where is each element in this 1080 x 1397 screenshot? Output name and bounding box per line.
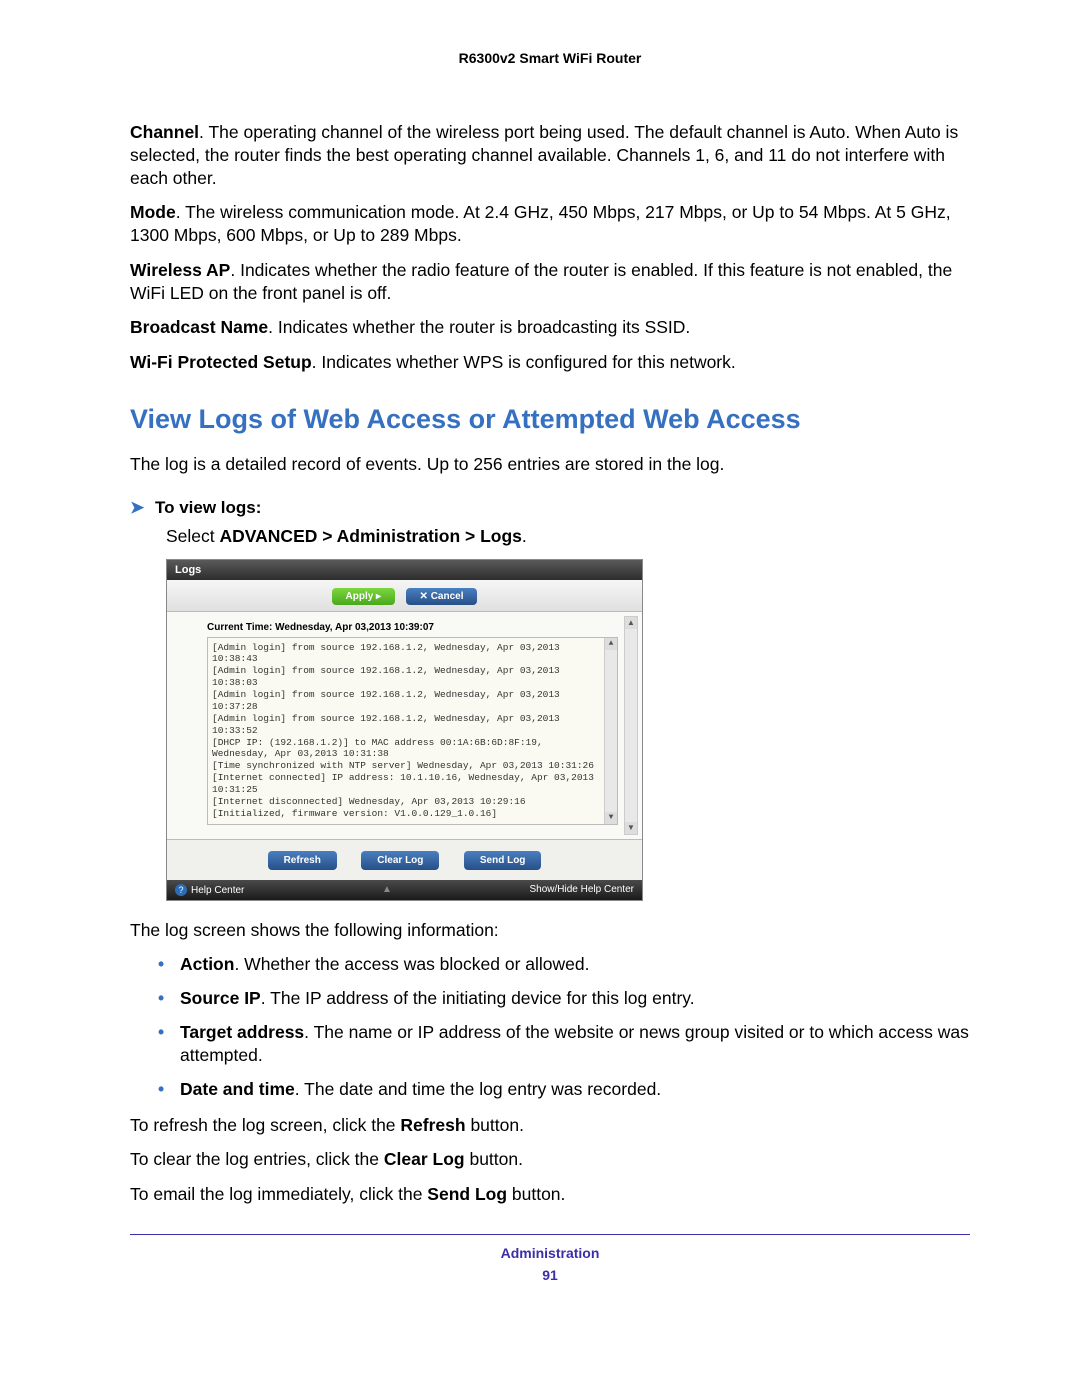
log-textarea[interactable]: ▲ ▼ [Admin login] from source 192.168.1.… [207, 637, 618, 825]
help-footer: ? Help Center ▲ Show/Hide Help Center [167, 880, 642, 900]
scroll-down-icon[interactable]: ▼ [625, 822, 637, 834]
send-instruction: To email the log immediately, click the … [130, 1183, 970, 1206]
text-mode: . The wireless communication mode. At 2.… [130, 202, 951, 245]
label-mode: Mode [130, 202, 176, 222]
text-wap: . Indicates whether the radio feature of… [130, 260, 952, 303]
para-wireless-ap: Wireless AP. Indicates whether the radio… [130, 259, 970, 305]
log-line: [Admin login] from source 192.168.1.2, W… [212, 713, 603, 737]
chevron-right-icon: ➤ [130, 498, 144, 517]
button-name: Send Log [427, 1184, 507, 1204]
chevron-up-icon[interactable]: ▲ [382, 884, 392, 895]
logs-screenshot: Logs Apply ▸ ✕ Cancel ▲ ▼ Current Time: … [166, 559, 643, 901]
log-line: [Initialized, firmware version: V1.0.0.1… [212, 808, 603, 820]
bullet-label: Action [180, 954, 234, 974]
refresh-button[interactable]: Refresh [268, 851, 337, 870]
info-bullet-list: Action. Whether the access was blocked o… [158, 953, 970, 1101]
clear-log-button[interactable]: Clear Log [361, 851, 439, 870]
procedure-title: To view logs: [155, 498, 261, 517]
section-heading: View Logs of Web Access or Attempted Web… [130, 404, 970, 435]
doc-header: R6300v2 Smart WiFi Router [130, 50, 970, 66]
text-wps: . Indicates whether WPS is configured fo… [312, 352, 736, 372]
text: To email the log immediately, click the [130, 1184, 427, 1204]
para-channel: Channel. The operating channel of the wi… [130, 121, 970, 189]
window-title: Logs [167, 560, 642, 580]
list-item: Target address. The name or IP address o… [158, 1021, 970, 1068]
bottom-button-row: Refresh Clear Log Send Log [167, 840, 642, 880]
cancel-button[interactable]: ✕ Cancel [406, 588, 478, 605]
footer-section-label: Administration [130, 1245, 970, 1261]
log-line: [DHCP IP: (192.168.1.2)] to MAC address … [212, 737, 603, 761]
list-item: Source IP. The IP address of the initiat… [158, 987, 970, 1011]
step-prefix: Select [166, 526, 220, 546]
button-name: Refresh [400, 1115, 465, 1135]
text: button. [465, 1149, 523, 1169]
outer-scrollbar[interactable]: ▲ ▼ [624, 616, 638, 835]
current-time: Current Time: Wednesday, Apr 03,2013 10:… [207, 622, 618, 633]
help-center-label: Help Center [191, 885, 244, 896]
procedure-step: Select ADVANCED > Administration > Logs. [166, 526, 970, 547]
step-suffix: . [522, 526, 527, 546]
bullet-label: Target address [180, 1022, 304, 1042]
footer-page-number: 91 [130, 1267, 970, 1283]
showhide-help-link[interactable]: Show/Hide Help Center [529, 884, 634, 895]
list-item: Date and time. The date and time the log… [158, 1078, 970, 1102]
logs-body: ▲ ▼ Current Time: Wednesday, Apr 03,2013… [167, 612, 642, 840]
list-item: Action. Whether the access was blocked o… [158, 953, 970, 977]
log-line: [Internet disconnected] Wednesday, Apr 0… [212, 796, 603, 808]
text: To clear the log entries, click the [130, 1149, 384, 1169]
footer-rule [130, 1234, 970, 1235]
inner-scrollbar[interactable]: ▲ ▼ [604, 638, 617, 824]
button-name: Clear Log [384, 1149, 465, 1169]
apply-button[interactable]: Apply ▸ [332, 588, 396, 605]
bullet-label: Date and time [180, 1079, 295, 1099]
bullet-text: . The date and time the log entry was re… [295, 1079, 661, 1099]
after-screenshot-para: The log screen shows the following infor… [130, 919, 970, 942]
text: button. [466, 1115, 524, 1135]
scroll-up-icon[interactable]: ▲ [625, 617, 637, 629]
text-channel: . The operating channel of the wireless … [130, 122, 958, 188]
para-broadcast-name: Broadcast Name. Indicates whether the ro… [130, 316, 970, 339]
help-center-link[interactable]: ? Help Center [175, 884, 244, 896]
help-icon: ? [175, 884, 187, 896]
send-log-button[interactable]: Send Log [464, 851, 542, 870]
text-bname: . Indicates whether the router is broadc… [268, 317, 690, 337]
log-line: [Admin login] from source 192.168.1.2, W… [212, 689, 603, 713]
procedure-heading: ➤ To view logs: [130, 498, 970, 518]
label-bname: Broadcast Name [130, 317, 268, 337]
label-wps: Wi-Fi Protected Setup [130, 352, 312, 372]
log-line: [Admin login] from source 192.168.1.2, W… [212, 665, 603, 689]
text: To refresh the log screen, click the [130, 1115, 400, 1135]
scroll-up-icon[interactable]: ▲ [605, 638, 617, 650]
bullet-text: . Whether the access was blocked or allo… [234, 954, 589, 974]
scroll-down-icon[interactable]: ▼ [605, 812, 617, 824]
intro-para: The log is a detailed record of events. … [130, 453, 970, 476]
label-wap: Wireless AP [130, 260, 230, 280]
label-channel: Channel [130, 122, 199, 142]
para-wps: Wi-Fi Protected Setup. Indicates whether… [130, 351, 970, 374]
bullet-text: . The IP address of the initiating devic… [261, 988, 695, 1008]
log-line: [Admin login] from source 192.168.1.2, W… [212, 642, 603, 666]
bullet-label: Source IP [180, 988, 261, 1008]
para-mode: Mode. The wireless communication mode. A… [130, 201, 970, 247]
log-line: [Time synchronized with NTP server] Wedn… [212, 760, 603, 772]
top-button-row: Apply ▸ ✕ Cancel [167, 580, 642, 612]
refresh-instruction: To refresh the log screen, click the Ref… [130, 1114, 970, 1137]
step-path: ADVANCED > Administration > Logs [220, 526, 522, 546]
log-line: [Internet connected] IP address: 10.1.10… [212, 772, 603, 796]
clear-instruction: To clear the log entries, click the Clea… [130, 1148, 970, 1171]
text: button. [507, 1184, 565, 1204]
